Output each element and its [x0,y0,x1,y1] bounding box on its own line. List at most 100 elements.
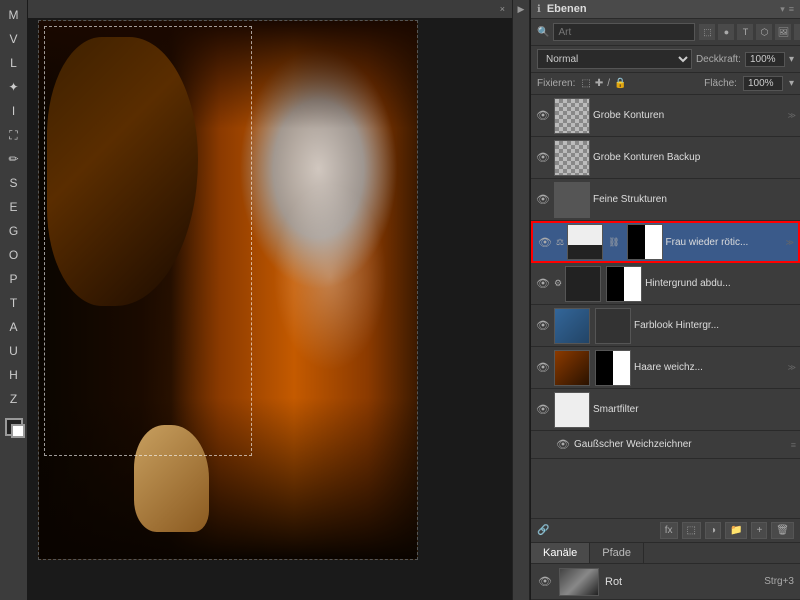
fix-rotation-icon[interactable]: / [607,78,610,89]
layer-filter-item[interactable]: 👁 Gaußscher Weichzeichner ≡ [531,431,800,459]
tab-kanaele[interactable]: Kanäle [531,543,590,563]
tool-move[interactable]: M [3,4,25,26]
layer-extra-icon: ⚙ [554,278,562,289]
opacity-dropdown-icon[interactable]: ▾ [789,54,794,65]
layer-visibility-toggle[interactable]: 👁 [535,361,551,374]
filter-effect-btn[interactable]: ● [718,24,734,40]
layer-visibility-toggle[interactable]: 👁 [555,438,571,451]
layer-visibility-toggle[interactable]: 👁 [535,151,551,164]
panel-title: Ebenen [547,3,587,15]
flaeche-value[interactable]: 100% [743,76,783,91]
filter-shape-btn[interactable]: ⬡ [756,24,772,40]
fix-row: Fixieren: ⬚ ✚ / 🔒 Fläche: 100% ▾ [531,73,800,95]
layer-new-btn[interactable]: + [751,522,767,539]
tool-lasso[interactable]: L [3,52,25,74]
canvas-image[interactable] [38,20,418,560]
tool-shape[interactable]: U [3,340,25,362]
layer-visibility-toggle[interactable]: 👁 [535,319,551,332]
layer-item[interactable]: 👁 Haare weichz... ≫ [531,347,800,389]
layers-list: 👁 Grobe Konturen ≫ 👁 Grobe Konturen Back… [531,95,800,518]
tool-crop[interactable]: ⛶ [3,124,25,146]
canvas-close-btn[interactable]: × [497,4,508,14]
layer-item[interactable]: 👁 Smartfilter [531,389,800,431]
layer-thumbnail [554,392,590,428]
background-color[interactable] [11,424,25,438]
canvas-top-bar: × [28,0,512,18]
layer-mask-thumbnail [595,350,631,386]
opacity-value[interactable]: 100% [745,52,785,67]
layers-bottom-bar: 🔗 fx ⬚ ◑ 📁 + 🗑 [531,518,800,542]
layer-visibility-toggle[interactable]: 👁 [535,277,551,290]
layer-item[interactable]: 👁 Grobe Konturen ≫ [531,95,800,137]
layer-delete-btn[interactable]: 🗑 [771,522,794,539]
panel-indicator: ▶ [513,4,529,20]
tool-pen[interactable]: P [3,268,25,290]
link-icon[interactable]: 🔗 [537,525,549,536]
layer-style-btn[interactable]: fx [660,522,678,539]
layer-thumbnail [554,308,590,344]
layer-thumbnail [554,98,590,134]
layer-thumbnail [554,350,590,386]
blend-mode-select[interactable]: Normal [537,49,692,69]
tool-wand[interactable]: ✦ [3,76,25,98]
layer-item[interactable]: 👁 Feine Strukturen [531,179,800,221]
tool-path[interactable]: A [3,316,25,338]
tool-zoom[interactable]: Z [3,388,25,410]
layer-chain-icon: ⛓ [606,237,621,248]
tool-brush[interactable]: ✏ [3,148,25,170]
channel-shortcut: Strg+3 [764,576,794,587]
panel-menu-btn[interactable]: ≡ [789,4,794,15]
layer-group-btn[interactable]: 📁 [725,522,747,539]
layer-adjustment-btn[interactable]: ◑ [705,522,721,539]
fix-move-icon[interactable]: ✚ [595,78,603,89]
channel-item[interactable]: 👁 Rot Strg+3 [531,564,800,600]
info-icon[interactable]: ℹ [537,4,541,15]
filter-text-btn[interactable]: T [737,24,753,40]
canvas-bg [39,21,417,559]
layer-item[interactable]: 👁 Farblook Hintergr... [531,305,800,347]
search-icon: 🔍 [537,27,549,38]
foreground-color[interactable] [5,418,23,436]
left-toolbar: M V L ✦ I ⛶ ✏ S E G O P T A U H Z [0,0,28,600]
tabs-row: Kanäle Pfade [531,542,800,564]
canvas-area: × [28,0,512,600]
tool-text[interactable]: T [3,292,25,314]
fix-position-icon[interactable]: ⬚ [581,78,590,89]
layer-visibility-toggle[interactable]: 👁 [535,403,551,416]
filter-smart-btn[interactable]: 🖼 [775,24,791,40]
panel-controls: ▾ ≡ [780,4,794,15]
panel-collapse-btn[interactable]: ▾ [780,4,785,15]
channel-thumbnail [559,568,599,596]
search-input[interactable] [553,23,695,41]
layer-visibility-toggle[interactable]: 👁 [537,236,553,249]
flaeche-label: Fläche: [704,78,737,89]
filter-icon: ≡ [791,440,796,450]
tool-select[interactable]: V [3,28,25,50]
scroll-indicator: ≫ [786,238,794,247]
layer-visibility-toggle[interactable]: 👁 [535,193,551,206]
flaeche-dropdown-icon[interactable]: ▾ [789,78,794,89]
tool-eyedropper[interactable]: I [3,100,25,122]
filter-type-btn[interactable]: ⬚ [699,24,715,40]
layer-item[interactable]: 👁 ⚙ Hintergrund abdu... [531,263,800,305]
layers-panel: ℹ Ebenen ▾ ≡ 🔍 ⬚ ● T ⬡ 🖼 ◐ Normal Deckkr… [530,0,800,600]
tool-clone[interactable]: S [3,172,25,194]
layer-name: Grobe Konturen [593,110,785,121]
scroll-indicator: ≫ [788,363,796,372]
layer-mask-btn[interactable]: ⬚ [682,522,701,539]
tool-gradient[interactable]: G [3,220,25,242]
tab-pfade[interactable]: Pfade [590,543,644,563]
tool-eraser[interactable]: E [3,196,25,218]
layer-link-icon: ⚖ [556,237,564,248]
layer-item[interactable]: 👁 Grobe Konturen Backup [531,137,800,179]
tool-dodge[interactable]: O [3,244,25,266]
fix-lock-icon[interactable]: 🔒 [614,78,626,89]
channel-visibility-toggle[interactable]: 👁 [537,575,553,588]
layer-visibility-toggle[interactable]: 👁 [535,109,551,122]
layer-item-selected[interactable]: 👁 ⚖ ⛓ Frau wieder rötic... ≫ [531,221,800,263]
tool-hand[interactable]: H [3,364,25,386]
fixieren-label: Fixieren: [537,78,575,89]
layer-name: Hintergrund abdu... [645,278,796,289]
opacity-label: Deckkraft: [696,54,741,65]
filter-toggle-btn[interactable]: ◐ [794,24,800,40]
